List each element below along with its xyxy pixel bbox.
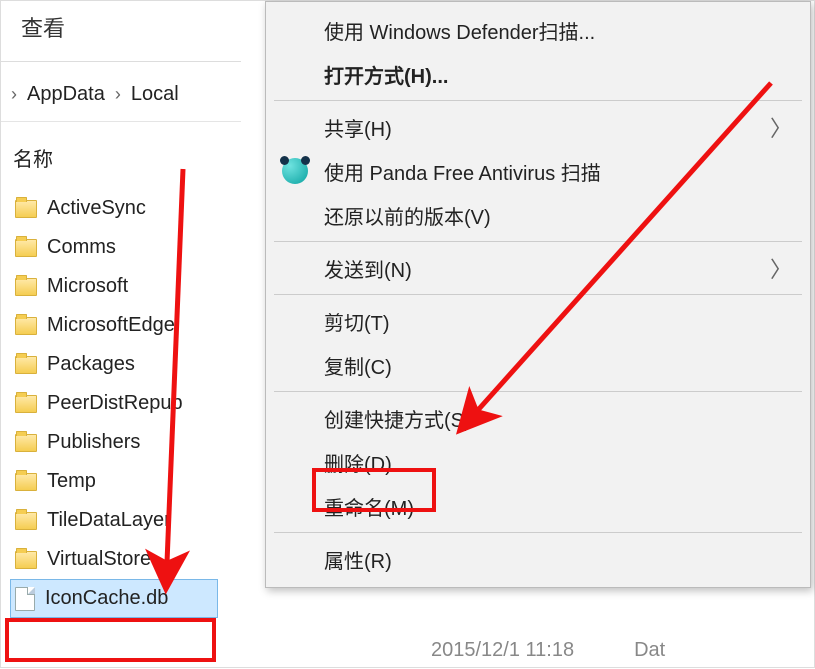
file-label: VirtualStore — [47, 548, 151, 571]
file-label: MicrosoftEdge — [47, 314, 175, 337]
file-icon — [15, 587, 35, 611]
file-label: TileDataLayer — [47, 509, 171, 532]
menu-item-label: 重命名(M) — [324, 492, 414, 521]
file-label: Comms — [47, 236, 116, 259]
file-label: Packages — [47, 353, 135, 376]
list-item[interactable]: Publishers — [13, 423, 223, 462]
menu-separator — [274, 294, 802, 295]
breadcrumb-local[interactable]: Local — [131, 83, 179, 106]
menu-item-label: 创建快捷方式(S) — [324, 404, 471, 433]
menu-item-label: 使用 Windows Defender扫描... — [324, 16, 595, 45]
menu-item-label: 剪切(T) — [324, 307, 390, 336]
menu-item-share[interactable]: 共享(H) 〉 — [266, 105, 810, 149]
context-menu: 使用 Windows Defender扫描... 打开方式(H)... 共享(H… — [265, 1, 811, 588]
file-list: ActiveSync Comms Microsoft MicrosoftEdge… — [13, 189, 223, 618]
menu-separator — [274, 241, 802, 242]
folder-icon — [15, 278, 37, 296]
menu-item-open-with[interactable]: 打开方式(H)... — [266, 52, 810, 96]
list-item[interactable]: Microsoft — [13, 267, 223, 306]
breadcrumb[interactable]: › AppData › Local — [11, 83, 179, 106]
list-item[interactable]: Temp — [13, 462, 223, 501]
folder-icon — [15, 551, 37, 569]
menu-separator — [274, 532, 802, 533]
divider — [1, 61, 241, 62]
folder-icon — [15, 239, 37, 257]
list-item[interactable]: TileDataLayer — [13, 501, 223, 540]
menu-item-label: 属性(R) — [324, 545, 392, 574]
menu-item-label: 删除(D) — [324, 448, 392, 477]
list-item[interactable]: Packages — [13, 345, 223, 384]
file-label: PeerDistRepub — [47, 392, 183, 415]
menu-item-send-to[interactable]: 发送到(N) 〉 — [266, 246, 810, 290]
file-label: IconCache.db — [45, 587, 168, 610]
divider — [1, 121, 241, 122]
list-item[interactable]: Comms — [13, 228, 223, 267]
menu-item-label: 共享(H) — [324, 113, 392, 142]
list-item[interactable]: PeerDistRepub — [13, 384, 223, 423]
chevron-right-icon: › — [115, 84, 121, 105]
view-tab-label: 查看 — [21, 16, 65, 41]
menu-item-label: 发送到(N) — [324, 254, 412, 283]
status-date: 2015/12/1 11:18 — [431, 639, 574, 662]
file-label: ActiveSync — [47, 197, 146, 220]
menu-separator — [274, 391, 802, 392]
column-header-label: 名称 — [13, 149, 53, 171]
menu-item-restore-previous[interactable]: 还原以前的版本(V) — [266, 193, 810, 237]
menu-item-label: 使用 Panda Free Antivirus 扫描 — [324, 157, 601, 186]
list-item[interactable]: VirtualStore — [13, 540, 223, 579]
menu-item-defender-scan[interactable]: 使用 Windows Defender扫描... — [266, 8, 810, 52]
menu-item-label: 复制(C) — [324, 351, 392, 380]
menu-item-label: 还原以前的版本(V) — [324, 201, 491, 230]
chevron-right-icon: 〉 — [770, 252, 792, 284]
file-label: Microsoft — [47, 275, 128, 298]
menu-item-properties[interactable]: 属性(R) — [266, 537, 810, 581]
file-label: Publishers — [47, 431, 140, 454]
folder-icon — [15, 200, 37, 218]
menu-separator — [274, 100, 802, 101]
list-item[interactable]: ActiveSync — [13, 189, 223, 228]
menu-item-delete[interactable]: 删除(D) — [266, 440, 810, 484]
menu-item-cut[interactable]: 剪切(T) — [266, 299, 810, 343]
menu-item-copy[interactable]: 复制(C) — [266, 343, 810, 387]
menu-item-create-shortcut[interactable]: 创建快捷方式(S) — [266, 396, 810, 440]
column-header-name[interactable]: 名称 — [13, 143, 53, 172]
list-item-selected[interactable]: IconCache.db — [10, 579, 218, 618]
menu-item-panda-scan[interactable]: 使用 Panda Free Antivirus 扫描 — [266, 149, 810, 193]
folder-icon — [15, 434, 37, 452]
menu-item-label: 打开方式(H)... — [324, 60, 448, 89]
annotation-highlight-file — [5, 618, 216, 662]
folder-icon — [15, 317, 37, 335]
view-tab[interactable]: 查看 — [11, 7, 75, 47]
list-item[interactable]: MicrosoftEdge — [13, 306, 223, 345]
chevron-right-icon: › — [11, 84, 17, 105]
status-bar: 2015/12/1 11:18 Dat — [431, 639, 665, 662]
status-col-date: Dat — [634, 639, 665, 662]
panda-icon — [282, 158, 308, 184]
folder-icon — [15, 473, 37, 491]
folder-icon — [15, 356, 37, 374]
folder-icon — [15, 512, 37, 530]
breadcrumb-appdata[interactable]: AppData — [27, 83, 105, 106]
chevron-right-icon: 〉 — [770, 111, 792, 143]
file-label: Temp — [47, 470, 96, 493]
menu-item-rename[interactable]: 重命名(M) — [266, 484, 810, 528]
folder-icon — [15, 395, 37, 413]
